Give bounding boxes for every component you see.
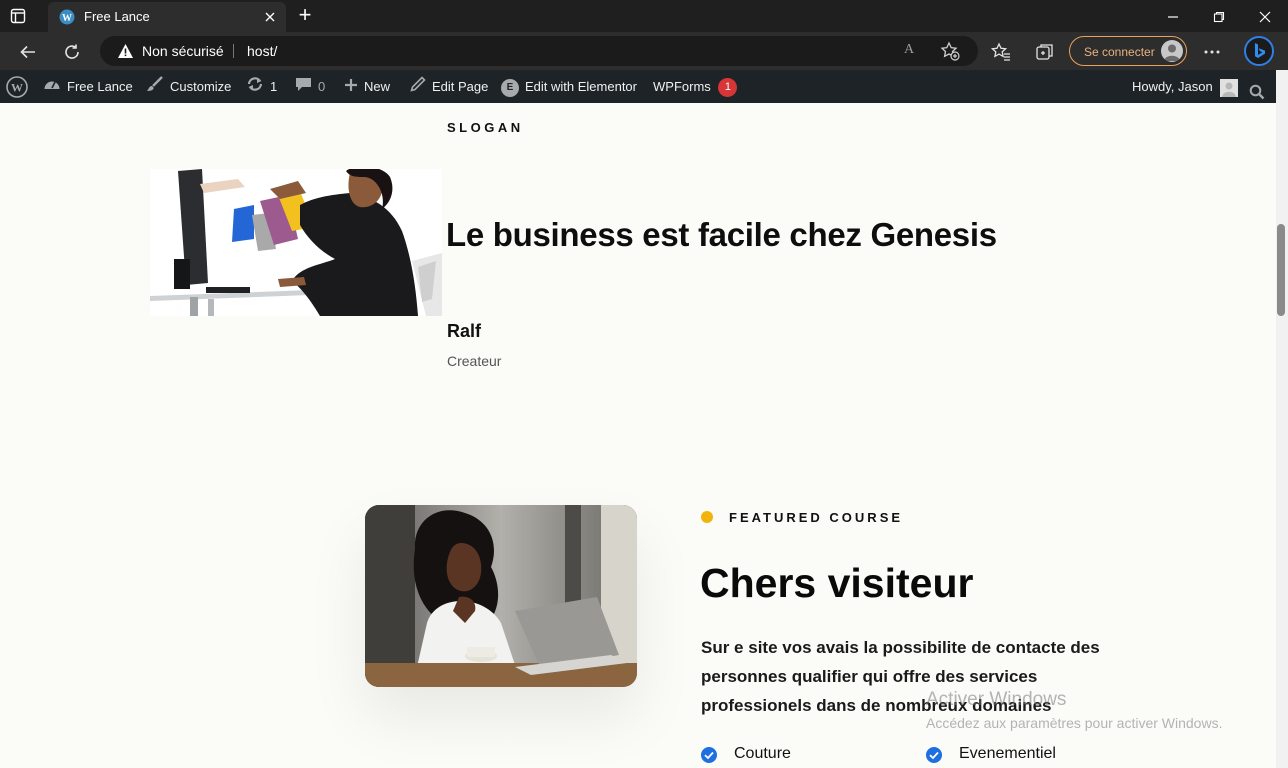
close-window-icon[interactable] (1242, 0, 1288, 32)
restore-icon[interactable] (1196, 0, 1242, 32)
wp-admin-bar: W Free Lance Customize 1 0 New Edit Page… (0, 70, 1276, 103)
profile-avatar-icon (1161, 40, 1183, 62)
security-label[interactable]: Non sécurisé (142, 43, 224, 59)
windows-activation-subtitle: Accédez aux paramètres pour activer Wind… (926, 715, 1223, 731)
check-icon (926, 747, 942, 763)
read-aloud-icon[interactable]: A (904, 42, 922, 60)
course-image (365, 505, 637, 687)
feature-item: Couture (734, 745, 791, 762)
elementor-icon: E (501, 78, 519, 97)
updates-icon (246, 71, 264, 104)
browser-toolbar: Non sécurisé host/ A Se connecter (0, 32, 1288, 70)
edit-elementor-link[interactable]: E Edit with Elementor (501, 70, 637, 103)
new-content-link[interactable]: New (344, 70, 390, 103)
bing-copilot-icon[interactable] (1244, 36, 1274, 66)
add-favorite-icon[interactable] (940, 41, 960, 61)
wordpress-favicon-icon: W (59, 9, 75, 25)
tab-actions-icon[interactable] (10, 8, 26, 24)
feature-item: Evenementiel (959, 745, 1056, 762)
admin-search-icon[interactable] (1249, 79, 1265, 100)
comments-link[interactable]: 0 (295, 70, 325, 103)
customize-label: Customize (170, 79, 232, 94)
new-label: New (364, 79, 391, 94)
svg-text:W: W (62, 13, 72, 24)
user-avatar (1220, 78, 1239, 97)
course-description: Sur e site vos avais la possibilite de c… (701, 638, 1100, 715)
updates-count: 1 (270, 79, 278, 94)
pencil-icon (410, 71, 426, 104)
refresh-icon[interactable] (56, 35, 88, 67)
slogan-heading: SLOGAN (447, 120, 524, 135)
site-name-label: Free Lance (67, 79, 133, 94)
comment-icon (295, 71, 312, 104)
site-name-link[interactable]: Free Lance (43, 70, 133, 103)
sign-in-button[interactable]: Se connecter (1069, 36, 1187, 66)
customize-link[interactable]: Customize (146, 70, 231, 103)
my-account-link[interactable]: Howdy, Jason (1132, 70, 1239, 103)
wpforms-label: WPForms (653, 79, 711, 94)
scrollbar-thumb[interactable] (1277, 224, 1285, 316)
featured-dot (701, 511, 713, 523)
page-scrollbar[interactable] (1276, 70, 1288, 768)
url-text[interactable]: host/ (247, 43, 277, 59)
windows-activation-title: Activer Windows (926, 689, 1067, 710)
tab-title: Free Lance (84, 9, 150, 24)
more-options-icon[interactable] (1196, 35, 1228, 67)
wordpress-logo-icon[interactable]: W (6, 76, 28, 98)
edit-page-link[interactable]: Edit Page (410, 70, 488, 103)
svg-text:W: W (11, 81, 23, 95)
edit-elementor-label: Edit with Elementor (525, 79, 637, 94)
check-icon (701, 747, 717, 763)
brush-icon (146, 71, 164, 104)
back-icon[interactable] (12, 35, 44, 67)
minimize-icon[interactable] (1150, 0, 1196, 32)
testimonial-quote: Le business est facile chez Genesis (446, 216, 997, 253)
updates-link[interactable]: 1 (246, 70, 277, 103)
edit-page-label: Edit Page (432, 79, 489, 94)
favorites-icon[interactable] (985, 35, 1017, 67)
wpforms-notification-badge: 1 (718, 78, 738, 98)
tab-free-lance[interactable]: W Free Lance (48, 2, 286, 32)
testimonial-author: Ralf (447, 321, 482, 341)
warning-icon[interactable] (117, 43, 134, 59)
course-title: Chers visiteur (700, 560, 974, 606)
wpforms-link[interactable]: WPForms 1 (653, 70, 738, 103)
address-divider (233, 44, 234, 58)
testimonial-role: Createur (447, 353, 502, 369)
shopping-online-image (150, 169, 442, 316)
browser-tab-bar: W Free Lance + (0, 0, 1288, 32)
address-bar[interactable]: Non sécurisé host/ A (100, 36, 978, 66)
sign-in-label: Se connecter (1084, 45, 1155, 59)
plus-icon (344, 71, 358, 104)
featured-course-label: FEATURED COURSE (729, 510, 904, 525)
howdy-label: Howdy, Jason (1132, 79, 1213, 94)
dashboard-icon (43, 71, 61, 104)
new-tab-button[interactable]: + (292, 3, 318, 29)
collections-icon[interactable] (1029, 35, 1061, 67)
comments-count: 0 (318, 79, 326, 94)
close-tab-icon[interactable] (262, 9, 278, 25)
